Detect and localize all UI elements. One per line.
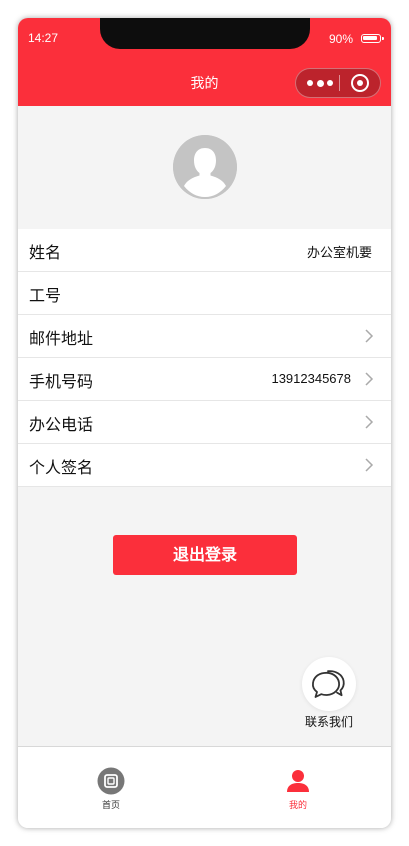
home-icon — [97, 767, 125, 795]
chevron-right-icon — [365, 372, 374, 386]
field-label: 邮件地址 — [29, 329, 94, 348]
avatar[interactable] — [173, 135, 237, 199]
status-time: 14:27 — [28, 31, 59, 45]
field-row-employee-id: 工号 — [18, 272, 391, 315]
header: 14:27 90% 我的 — [18, 18, 391, 106]
mini-program-capsule — [295, 68, 381, 98]
profile-field-list: 姓名 办公室机要 工号 邮件地址 手机号码 13912345678 办公电话 个… — [18, 229, 391, 487]
phone-frame: 14:27 90% 我的 姓名 办公室机要 工号 邮件地址 手机号码 13912… — [18, 18, 391, 828]
battery-icon — [361, 34, 384, 43]
close-target-icon[interactable] — [351, 74, 369, 92]
field-value: 13912345678 — [271, 371, 351, 386]
tab-home[interactable]: 首页 — [71, 767, 151, 811]
more-icon[interactable] — [307, 75, 333, 91]
field-row-name: 姓名 办公室机要 — [18, 229, 391, 272]
user-icon — [287, 770, 309, 792]
field-label: 个人签名 — [29, 458, 94, 477]
tab-home-label: 首页 — [101, 801, 120, 811]
chevron-right-icon — [365, 415, 374, 429]
tab-mine-label: 我的 — [288, 801, 307, 811]
tab-bar: 首页 我的 — [18, 746, 391, 828]
contact-us-label[interactable]: 联系我们 — [294, 713, 364, 730]
logout-button[interactable]: 退出登录 — [113, 535, 297, 575]
chevron-right-icon — [365, 458, 374, 472]
field-row-signature[interactable]: 个人签名 — [18, 444, 391, 487]
contact-us-button[interactable] — [302, 657, 356, 711]
tab-mine[interactable]: 我的 — [258, 767, 338, 811]
field-label: 工号 — [29, 286, 62, 305]
field-label: 手机号码 — [29, 372, 94, 391]
default-avatar-icon — [173, 135, 237, 199]
field-label: 办公电话 — [29, 415, 94, 434]
chat-bubbles-icon — [312, 670, 345, 698]
chevron-right-icon — [365, 329, 374, 343]
device-notch — [100, 18, 310, 49]
field-value: 办公室机要 — [306, 246, 372, 261]
battery-percent: 90% — [328, 32, 353, 46]
field-row-email[interactable]: 邮件地址 — [18, 315, 391, 358]
capsule-divider — [339, 75, 340, 91]
field-row-office-phone[interactable]: 办公电话 — [18, 401, 391, 444]
field-row-mobile[interactable]: 手机号码 13912345678 — [18, 358, 391, 401]
field-label: 姓名 — [29, 243, 62, 262]
